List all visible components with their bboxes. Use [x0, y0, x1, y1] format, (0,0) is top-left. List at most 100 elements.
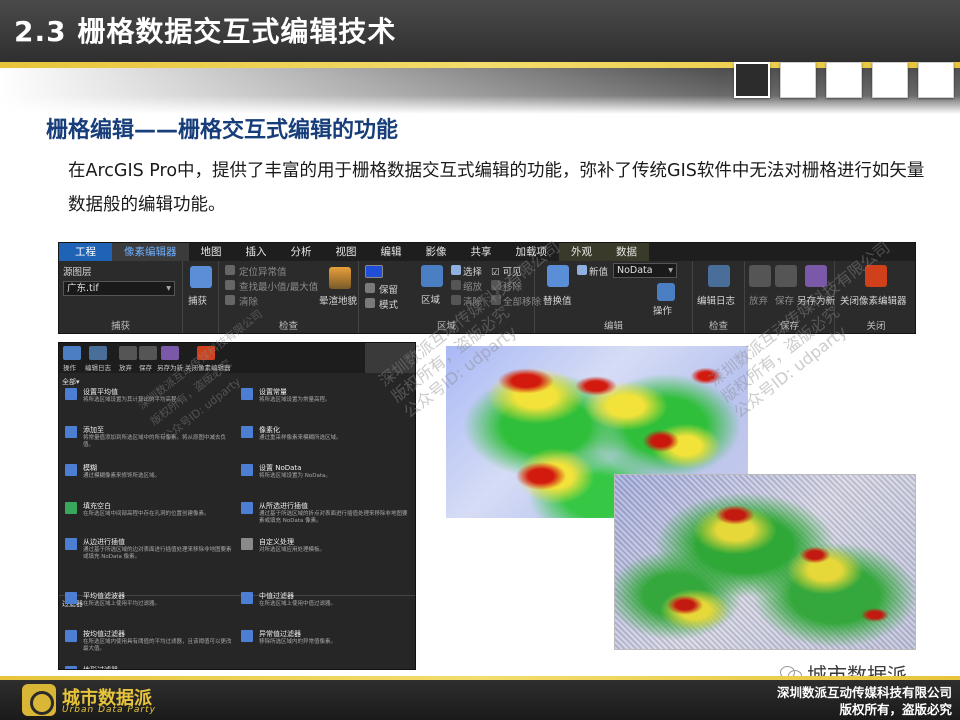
- tool-icon: [65, 464, 77, 476]
- edit-log-button[interactable]: 编辑日志: [697, 293, 735, 307]
- nav-square-2[interactable]: [780, 62, 816, 98]
- nav-square-3[interactable]: [826, 62, 862, 98]
- group-label-capture: 捕获: [110, 321, 130, 332]
- save-icon: [775, 265, 797, 287]
- tool-name: 填充空白: [83, 502, 111, 510]
- tool-name: 平均值滤波器: [83, 592, 125, 600]
- mini-save-label: 保存: [139, 364, 152, 372]
- operation-button[interactable]: 操作: [653, 303, 672, 317]
- ribbon-tab-7[interactable]: 影像: [414, 243, 459, 261]
- tool-description: 在所选区域上使用平均过滤器。: [83, 601, 161, 607]
- mini-discard-icon[interactable]: [119, 346, 137, 360]
- tool-item[interactable]: 设置 NoData 将所选区域设置为 NoData。: [241, 463, 411, 493]
- tool-item[interactable]: 中值过滤器 在所选区域上使用中值过滤器。: [241, 591, 411, 621]
- source-layer-dropdown[interactable]: 广东.tif: [63, 281, 175, 296]
- tool-item[interactable]: 从所选进行插值 通过基于所选区域的折点对表面进行插值处理来移除非地图要素或填充 N…: [241, 501, 411, 531]
- preserve-button[interactable]: 保留: [379, 282, 398, 296]
- group-label-edit: 编辑: [603, 321, 623, 332]
- tool-description: 通过基于所选区域的边对表面进行插值处理来移除非地图要素或填充 NoData 像素…: [83, 547, 232, 560]
- preserve-icon: [365, 283, 375, 293]
- tool-description: 对所选区域应用处理模板。: [259, 547, 326, 553]
- tool-description: 通过模糊像素来修饰所选区域。: [83, 473, 161, 479]
- tool-icon: [65, 388, 77, 400]
- nav-square-4[interactable]: [872, 62, 908, 98]
- ribbon-tab-5[interactable]: 视图: [324, 243, 369, 261]
- dem-map-hillshade: [614, 474, 916, 650]
- save-button[interactable]: 保存: [775, 293, 794, 307]
- find-minmax-button[interactable]: 查找最小值/最大值: [239, 279, 318, 293]
- slide-header-bar: 2.3 栅格数据交互式编辑技术: [0, 0, 960, 68]
- tool-icon: [241, 538, 253, 550]
- select-button[interactable]: 选择: [463, 264, 482, 278]
- tool-item[interactable]: 设置常量 将所选区域设置为常量高程。: [241, 387, 411, 417]
- mini-edit-log-icon[interactable]: [89, 346, 107, 360]
- tool-description: 在所选区域内使用具有阈值的平均过滤器，且该阈值可以更改最大值。: [83, 639, 232, 652]
- tool-description: 移除所选区域内的异常值像素。: [259, 639, 337, 645]
- nav-square-5[interactable]: [918, 62, 954, 98]
- color-swatch-icon[interactable]: [365, 265, 383, 278]
- zoom-button[interactable]: 缩放: [463, 279, 482, 293]
- tool-item[interactable]: 按均值过滤器 在所选区域内使用具有阈值的平均过滤器，且该阈值可以更改最大值。: [65, 629, 235, 659]
- tool-item[interactable]: 添加至 将常量值添加到所选区域中的所有像素。将从原图中减去负值。: [65, 425, 235, 455]
- tool-icon: [65, 666, 77, 669]
- ribbon-tab-6[interactable]: 编辑: [369, 243, 414, 261]
- hillshade-icon: [329, 267, 351, 289]
- tool-item[interactable]: 填充空白 在所选区域中间部高程中存在孔洞的位置创建像素。: [65, 501, 235, 531]
- ribbon-group-check: 编辑日志 检查: [693, 261, 745, 333]
- select-icon: [451, 265, 461, 275]
- mini-save-as-icon[interactable]: [161, 346, 179, 360]
- tool-name: 像素化: [259, 426, 280, 434]
- copyright-notice: 深圳数派互动传媒科技有限公司 版权所有，盗版必究: [777, 684, 952, 718]
- mini-save-icon[interactable]: [139, 346, 157, 360]
- tool-item[interactable]: 平均值滤波器 在所选区域上使用平均过滤器。: [65, 591, 235, 621]
- tool-name: 设置平均值: [83, 388, 118, 396]
- ribbon-tab-3[interactable]: 插入: [234, 243, 279, 261]
- region-button[interactable]: 区域: [421, 292, 440, 306]
- ribbon-tab-0[interactable]: 工程: [59, 243, 112, 261]
- slide-title: 2.3 栅格数据交互式编辑技术: [14, 15, 397, 48]
- nav-square-1[interactable]: [734, 62, 770, 98]
- tool-item[interactable]: 异常值过滤器 移除所选区域内的异常值像素。: [241, 629, 411, 659]
- logo-subtitle: Urban Data Party: [62, 705, 156, 715]
- tool-description: 将所选区域设置为 NoData。: [259, 473, 331, 479]
- tool-item[interactable]: 自定义处理 对所选区域应用处理模板。: [241, 537, 411, 567]
- header-shade-fade: [0, 68, 720, 114]
- ribbon-tab-8[interactable]: 共享: [459, 243, 504, 261]
- ribbon-tab-bar: 工程 像素编辑器 地图 插入 分析 视图 编辑 影像 共享 加载项 外观 数据: [59, 243, 915, 261]
- tool-item[interactable]: 模糊 通过模糊像素来修饰所选区域。: [65, 463, 235, 493]
- hillshade-button[interactable]: 晕渲地貌: [319, 293, 357, 307]
- tool-item[interactable]: 从边进行插值 通过基于所选区域的边对表面进行插值处理来移除非地图要素或填充 NoD…: [65, 537, 235, 567]
- copyright-company: 深圳数派互动传媒科技有限公司: [776, 685, 952, 700]
- tool-icon: [241, 464, 253, 476]
- tool-list: 全部▾ 过滤器 设置平均值 将所选区域设置为其计算出的平均高程。 设置常量 将所选区域…: [59, 373, 415, 669]
- tool-description: 通过重采样像素来模糊所选区域。: [259, 435, 342, 441]
- mini-operation-label: 操作: [63, 364, 76, 372]
- tool-icon: [65, 538, 77, 550]
- tool-icon: [241, 426, 253, 438]
- tool-icon: [241, 592, 253, 604]
- mode-icon: [365, 298, 375, 308]
- new-value-label: 新值: [589, 267, 609, 278]
- category-all[interactable]: 全部▾: [62, 377, 80, 387]
- capture-button-wrap: 捕获: [183, 261, 219, 333]
- mini-discard-label: 放弃: [119, 364, 132, 372]
- source-layer-label: 源图层: [63, 267, 92, 278]
- ribbon-tab-4[interactable]: 分析: [279, 243, 324, 261]
- tool-item[interactable]: 像素化 通过重采样像素来模糊所选区域。: [241, 425, 411, 455]
- ribbon-tab-11[interactable]: 数据: [604, 243, 649, 261]
- tool-name: 中值过滤器: [259, 592, 294, 600]
- tool-item[interactable]: 地形过滤器移除非地形要素，同时保留选定区域的自然坡度。: [65, 665, 235, 669]
- discard-button[interactable]: 放弃: [749, 293, 768, 307]
- locate-outlier-icon: [225, 265, 235, 275]
- locate-outlier-button[interactable]: 定位异常值: [239, 264, 287, 278]
- tool-name: 从所选进行插值: [259, 502, 308, 510]
- mode-dropdown[interactable]: 模式: [379, 297, 398, 311]
- discard-icon: [749, 265, 771, 287]
- region-icon: [421, 265, 443, 287]
- ribbon-tab-2[interactable]: 地图: [189, 243, 234, 261]
- mini-operation-icon[interactable]: [63, 346, 81, 360]
- tool-icon: [65, 426, 77, 438]
- ribbon-tab-1[interactable]: 像素编辑器: [112, 243, 189, 261]
- capture-button[interactable]: 捕获: [188, 293, 207, 307]
- new-value-field[interactable]: NoData: [613, 263, 677, 278]
